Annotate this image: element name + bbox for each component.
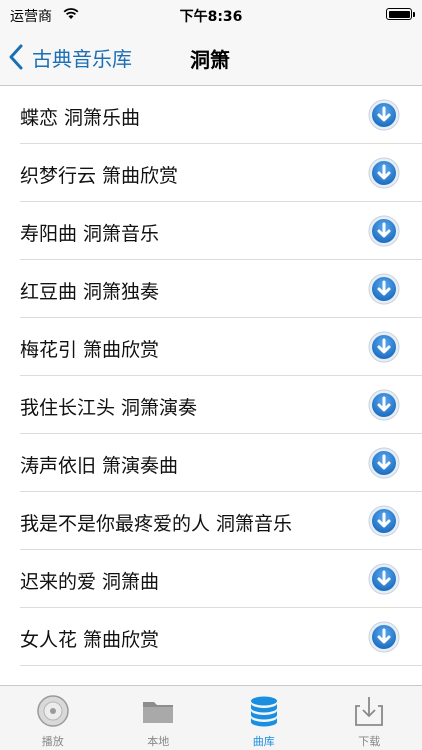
list-item[interactable]: 涛声依旧 箫演奏曲 [20,434,422,492]
battery-icon [386,8,415,20]
list-item[interactable]: 女人花 箫曲欣赏 [20,608,422,666]
list-item[interactable]: 织梦行云 箫曲欣赏 [20,144,422,202]
list-item[interactable]: 梅花引 箫曲欣赏 [20,318,422,376]
list-item[interactable]: 迟来的爱 洞箫曲 [20,550,422,608]
song-title: 女人花 箫曲欣赏 [20,629,160,651]
download-button-icon[interactable] [368,389,400,421]
song-title: 我是不是你最疼爱的人 洞箫音乐 [20,513,293,535]
download-button-icon[interactable] [368,563,400,595]
download-button-icon[interactable] [368,157,400,189]
download-button-icon[interactable] [368,273,400,305]
song-title: 寿阳曲 洞箫音乐 [20,223,160,245]
tab-label: 播放 [41,735,64,748]
chevron-left-icon [9,44,23,70]
tab-4[interactable]: 下载 [317,686,422,750]
download-button-icon[interactable] [368,621,400,653]
status-bar: 运营商 下午8:36 [0,0,422,28]
list-item[interactable]: 我是不是你最疼爱的人 洞箫音乐 [20,492,422,550]
clock: 下午8:36 [179,9,243,25]
folder-icon [140,694,176,728]
download-button-icon[interactable] [368,215,400,247]
song-title: 迟来的爱 洞箫曲 [20,571,160,593]
download-button-icon[interactable] [368,447,400,479]
download-button-icon[interactable] [368,99,400,131]
download-button-icon[interactable] [368,505,400,537]
download-tray-icon [351,694,387,728]
song-title: 梅花引 箫曲欣赏 [20,339,160,361]
back-label: 古典音乐库 [32,46,132,71]
list-item[interactable]: 我住长江头 洞箫演奏 [20,376,422,434]
tab-3[interactable]: 曲库 [211,686,317,750]
database-icon [246,694,282,728]
back-button[interactable]: 古典音乐库 [8,40,132,74]
song-list: 蝶恋 洞箫乐曲织梦行云 箫曲欣赏 寿阳曲 洞箫音乐 红豆曲 洞箫独奏 梅花引 箫曲欣赏… [0,86,422,666]
tab-label: 曲库 [252,735,275,748]
list-item[interactable]: 寿阳曲 洞箫音乐 [20,202,422,260]
disc-icon [35,694,71,728]
list-item[interactable]: 红豆曲 洞箫独奏 [20,260,422,318]
page-title: 洞箫 [190,48,230,72]
tab-bar: 播放 本地 曲库 下载 [0,685,422,750]
song-title: 涛声依旧 箫演奏曲 [20,455,179,477]
tab-1[interactable]: 播放 [0,686,106,750]
tab-label: 下载 [358,735,381,748]
song-title: 我住长江头 洞箫演奏 [20,397,198,419]
download-button-icon[interactable] [368,331,400,363]
song-title: 蝶恋 洞箫乐曲 [20,107,141,129]
song-title: 织梦行云 箫曲欣赏 [20,165,179,187]
navigation-bar: 古典音乐库 洞箫 [0,28,422,86]
tab-label: 本地 [147,735,170,748]
list-item[interactable]: 蝶恋 洞箫乐曲 [20,86,422,144]
tab-2[interactable]: 本地 [106,686,212,750]
song-title: 红豆曲 洞箫独奏 [20,281,160,303]
